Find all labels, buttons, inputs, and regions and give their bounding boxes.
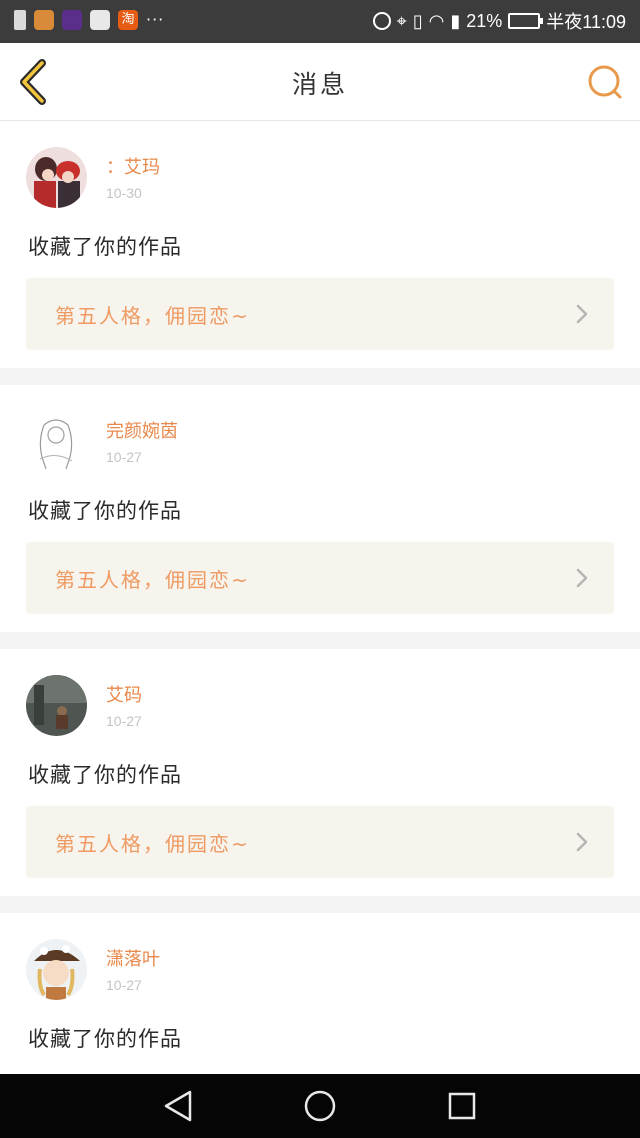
data-saver-icon	[372, 12, 391, 30]
work-title: 第五人格，佣园恋~	[55, 568, 250, 592]
work-link[interactable]: 第五人格，佣园恋~	[26, 806, 614, 878]
app-notification-icon	[34, 10, 54, 30]
alert-notification-icon	[14, 10, 26, 30]
nav-back-icon[interactable]	[160, 1088, 196, 1124]
message-action: 收藏了你的作品	[28, 1027, 182, 1051]
avatar[interactable]	[26, 411, 87, 472]
vibrate-icon: ▯	[412, 10, 423, 31]
message-card: 完颜婉茵 10-27 收藏了你的作品 第五人格，佣园恋~	[0, 385, 640, 632]
status-bar: 淘 ··· ⌖ ▯ ◠ ▮ 21% 半夜11:09	[0, 0, 640, 43]
chevron-right-icon	[576, 304, 588, 324]
avatar[interactable]	[26, 675, 87, 736]
message-date: 10-27	[106, 977, 142, 993]
notification-icons: 淘 ···	[14, 10, 164, 30]
username[interactable]: ：艾玛	[106, 153, 160, 179]
message-card: 艾码 10-27 收藏了你的作品 第五人格，佣园恋~	[0, 649, 640, 896]
more-notifications-icon: ···	[146, 10, 165, 29]
username[interactable]: 潇落叶	[106, 945, 160, 971]
search-button[interactable]	[586, 63, 624, 101]
chevron-right-icon	[576, 832, 588, 852]
nav-recents-icon[interactable]	[444, 1088, 480, 1124]
message-action: 收藏了你的作品	[28, 235, 182, 259]
battery-percent: 21%	[466, 10, 503, 31]
system-icons: ⌖ ▯ ◠ ▮ 21% 半夜11:09	[372, 8, 626, 34]
play-store-icon	[90, 10, 110, 30]
search-icon	[588, 65, 622, 99]
chevron-right-icon	[576, 568, 588, 588]
message-card: ：艾玛 10-30 收藏了你的作品 第五人格，佣园恋~	[0, 121, 640, 368]
location-icon: ⌖	[396, 10, 407, 31]
taobao-icon: 淘	[118, 10, 138, 30]
battery-icon	[508, 13, 544, 29]
work-link[interactable]: 第五人格，佣园恋~	[26, 278, 614, 350]
work-title: 第五人格，佣园恋~	[55, 832, 250, 856]
nav-home-icon[interactable]	[302, 1088, 338, 1124]
video-app-icon	[62, 10, 82, 30]
avatar[interactable]	[26, 939, 87, 1000]
work-title: 第五人格，佣园恋~	[55, 304, 250, 328]
wifi-icon: ◠	[428, 10, 445, 31]
page-title: 消息	[291, 70, 348, 99]
app-header: 消息	[0, 43, 640, 121]
system-nav-bar	[0, 1074, 640, 1138]
message-action: 收藏了你的作品	[28, 763, 182, 787]
message-date: 10-27	[106, 449, 142, 465]
work-link[interactable]: 第五人格，佣园恋~	[26, 542, 614, 614]
avatar[interactable]	[26, 147, 87, 208]
username[interactable]: 完颜婉茵	[106, 417, 178, 443]
message-action: 收藏了你的作品	[28, 499, 182, 523]
battery-alert-icon: ▮	[450, 10, 461, 31]
message-list: ：艾玛 10-30 收藏了你的作品 第五人格，佣园恋~ 完颜婉茵 10-27 收…	[0, 121, 640, 1138]
username[interactable]: 艾码	[106, 681, 142, 707]
message-date: 10-27	[106, 713, 142, 729]
message-date: 10-30	[106, 185, 142, 201]
clock: 半夜11:09	[546, 12, 626, 32]
